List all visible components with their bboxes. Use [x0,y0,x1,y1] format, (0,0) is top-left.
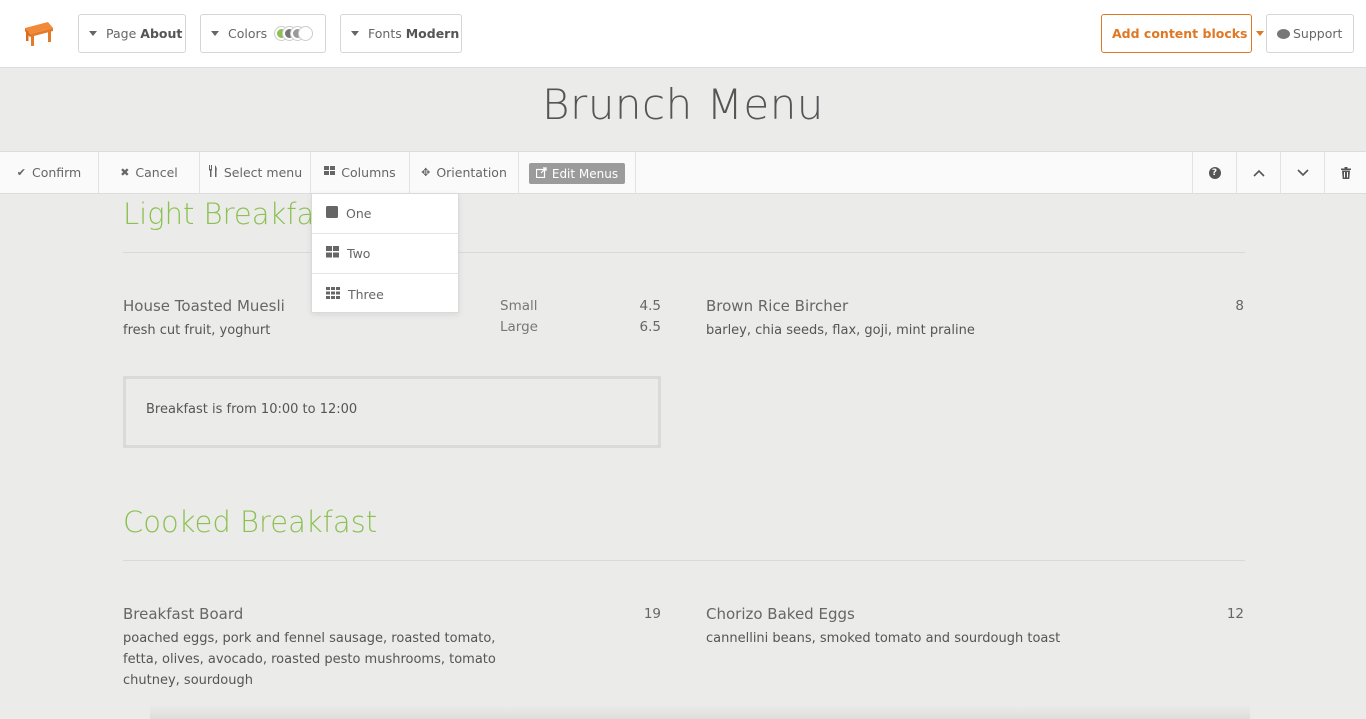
menu-item-name[interactable]: Breakfast Board [123,605,243,623]
columns-option-label: Three [348,286,384,302]
page-label: Page [106,26,137,41]
fonts-selector[interactable]: Fonts Modern [340,14,462,53]
columns-option-label: One [346,206,372,221]
select-menu-button[interactable]: Select menu [200,152,311,193]
confirm-button[interactable]: ✔ Confirm [0,152,99,193]
columns-dropdown: One Two Three [311,193,459,313]
section-heading[interactable]: Cooked Breakfast [123,505,377,539]
columns-label: Columns [341,165,396,180]
cutlery-icon [208,165,218,180]
page-title[interactable]: Brunch Menu [0,80,1366,129]
check-icon: ✔ [16,166,26,179]
columns-button[interactable]: Columns [311,152,410,193]
columns-option-label: Two [347,246,371,261]
divider [123,560,1245,561]
section-heading[interactable]: Light Breakfast [123,197,341,231]
grid-3-icon [326,286,340,302]
color-swatches [275,27,313,40]
caret-down-icon [89,31,97,36]
grid-icon [324,166,336,179]
orientation-button[interactable]: ✥ Orientation [410,152,519,193]
description-line: chutney, sourdough [123,673,253,688]
menu-item-description[interactable]: poached eggs, pork and fennel sausage, r… [123,628,523,691]
grid-2-icon [326,246,339,261]
menu-item-description[interactable]: fresh cut fruit, yoghurt [123,320,270,341]
chevron-down-icon [1296,168,1309,176]
help-button[interactable]: ? [1192,152,1236,193]
note-box[interactable]: Breakfast is from 10:00 to 12:00 [123,376,661,448]
trash-icon [1340,166,1351,179]
menu-item-name[interactable]: Chorizo Baked Eggs [706,605,855,623]
support-label: Support [1293,26,1343,41]
help-icon: ? [1208,166,1221,179]
price: 6.5 [639,319,661,335]
price: 4.5 [639,298,661,314]
square-icon [326,206,338,221]
menu-item-name[interactable]: House Toasted Muesli [123,297,285,315]
size-label: Small [500,298,538,314]
cancel-button[interactable]: ✖ Cancel [99,152,200,193]
menu-item-description[interactable]: cannellini beans, smoked tomato and sour… [706,628,1060,649]
close-icon: ✖ [120,166,130,179]
select-menu-label: Select menu [223,165,303,180]
price: 19 [643,606,661,622]
description-line: poached eggs, pork and fennel sausage, r… [123,631,496,646]
description-line: fetta, olives, avocado, roasted pesto mu… [123,652,496,667]
swatch-white [299,27,313,40]
bottom-shadow [150,705,1250,719]
orientation-label: Orientation [436,165,507,180]
note-text: Breakfast is from 10:00 to 12:00 [146,402,358,417]
menu-item-description[interactable]: barley, chia seeds, flax, goji, mint pra… [706,320,975,341]
fonts-label: Fonts [368,26,402,41]
price: 12 [1226,606,1244,622]
chevron-up-icon [1252,169,1265,177]
add-content-blocks-button[interactable]: Add content blocks [1101,14,1265,53]
columns-option-one[interactable]: One [312,194,458,234]
size-label: Large [500,319,538,335]
move-down-button[interactable] [1280,152,1324,193]
caret-down-icon [351,31,359,36]
move-up-button[interactable] [1236,152,1280,193]
top-bar: Page About Colors Fonts Modern Add conte… [0,0,1366,68]
external-link-icon [535,166,547,181]
colors-selector[interactable]: Colors [200,14,326,53]
fonts-value: Modern [405,26,460,41]
section-toolbar: ✔ Confirm ✖ Cancel Select menu Columns ✥… [0,151,1366,194]
logo-icon[interactable] [22,18,56,48]
cancel-label: Cancel [135,165,178,180]
caret-down-icon [1256,31,1265,36]
edit-menus-button[interactable]: Edit Menus [529,163,625,184]
page-value: About [140,26,183,41]
delete-button[interactable] [1324,152,1366,193]
columns-option-three[interactable]: Three [312,274,458,314]
price: 8 [1235,298,1244,314]
caret-down-icon [211,31,219,36]
divider [123,252,1245,253]
support-button[interactable]: Support [1266,14,1354,53]
move-arrows-icon: ✥ [421,166,431,179]
columns-option-two[interactable]: Two [312,234,458,274]
add-content-blocks-label: Add content blocks [1112,26,1248,41]
page-selector[interactable]: Page About [78,14,186,53]
chat-bubble-icon [1277,28,1290,39]
confirm-label: Confirm [31,165,82,180]
edit-menus-label: Edit Menus [551,166,619,181]
menu-item-name[interactable]: Brown Rice Bircher [706,297,848,315]
colors-label: Colors [228,26,268,41]
